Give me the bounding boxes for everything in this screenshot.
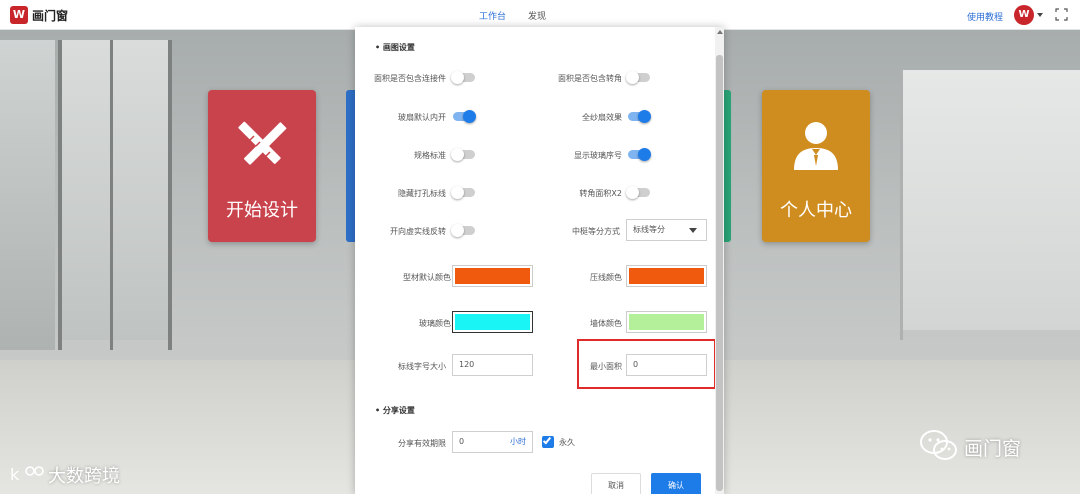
open-direction-reverse-label: 开向虚实线反转 [390, 227, 446, 236]
area-include-connector-label: 面积是否包含连接件 [374, 74, 446, 83]
share-valid-value: 0 [459, 437, 465, 446]
open-direction-reverse-toggle[interactable] [451, 224, 475, 237]
bead-color-picker[interactable] [626, 265, 707, 287]
start-design-label: 开始设计 [226, 200, 298, 221]
caret-down-icon[interactable] [1037, 13, 1043, 17]
personal-center-label: 个人中心 [780, 200, 852, 221]
mullion-split-label: 中梃等分方式 [572, 227, 620, 236]
confirm-button[interactable]: 确认 [651, 473, 701, 494]
share-valid-input[interactable]: 0 小时 [452, 431, 533, 453]
full-screen-effect-toggle[interactable] [628, 110, 651, 123]
share-settings-title: • 分享设置 [375, 406, 415, 415]
watermark-right-text: 画门窗 [964, 438, 1022, 460]
check-icon [542, 435, 552, 445]
glass-color-label: 玻璃颜色 [419, 319, 451, 328]
profile-default-color-label: 型材默认颜色 [403, 273, 451, 282]
cancel-button[interactable]: 取消 [591, 473, 641, 494]
tab-discover[interactable]: 发现 [528, 9, 546, 22]
svg-text:k: k [10, 465, 20, 484]
dim-font-size-label: 标线字号大小 [398, 362, 446, 371]
tutorial-link[interactable]: 使用教程 [967, 10, 1003, 23]
show-glass-number-toggle[interactable] [628, 148, 651, 161]
dialog-scrollbar[interactable] [715, 27, 724, 494]
user-icon [794, 122, 838, 170]
area-include-corner-label: 面积是否包含转角 [558, 74, 622, 83]
personal-center-card[interactable]: 个人中心 [762, 90, 870, 242]
profile-default-color-picker[interactable] [452, 265, 533, 287]
corner-area-x2-label: 转角面积X2 [579, 189, 622, 198]
bead-color-label: 压线颜色 [590, 273, 622, 282]
full-screen-effect-label: 全纱扇效果 [582, 113, 622, 122]
app-brand-name: 画门窗 [32, 9, 69, 23]
forever-label: 永久 [559, 438, 575, 447]
scroll-thumb[interactable] [716, 55, 723, 491]
wall-color-label: 墙体颜色 [590, 319, 622, 328]
sash-default-inward-toggle[interactable] [453, 110, 476, 123]
share-valid-label: 分享有效期限 [398, 439, 446, 448]
sash-default-inward-label: 玻扇默认内开 [398, 113, 446, 122]
area-include-connector-toggle[interactable] [451, 71, 475, 84]
glass-color-fill [455, 314, 530, 330]
drawing-settings-title: • 画图设置 [375, 43, 415, 52]
dimension-standard-label: 规格标准 [414, 151, 446, 160]
dim-font-size-input[interactable]: 120 [452, 354, 533, 376]
profile-default-color-fill [455, 268, 530, 284]
fullscreen-icon[interactable] [1055, 8, 1068, 21]
highlight-annotation-box [577, 339, 716, 389]
tab-workbench[interactable]: 工作台 [479, 9, 506, 22]
pencil-ruler-icon [238, 121, 287, 165]
mullion-split-select[interactable]: 标线等分 [626, 219, 707, 241]
hide-hole-dimension-label: 隐藏打孔标线 [398, 189, 446, 198]
settings-dialog: • 画图设置 面积是否包含连接件 面积是否包含转角 玻扇默认内开 全纱扇效果 规… [355, 27, 724, 494]
bead-color-fill [629, 268, 704, 284]
hide-hole-dimension-toggle[interactable] [451, 186, 475, 199]
forever-checkbox[interactable] [542, 435, 554, 448]
wall-color-picker[interactable] [626, 311, 707, 333]
watermark-logo-icon: k [10, 465, 44, 484]
dimension-standard-toggle[interactable] [451, 148, 475, 161]
share-valid-unit: 小时 [510, 437, 526, 446]
mullion-split-value: 标线等分 [633, 225, 665, 234]
area-include-corner-toggle[interactable] [626, 71, 650, 84]
start-design-card[interactable]: 开始设计 [208, 90, 316, 242]
avatar[interactable]: W [1014, 5, 1034, 25]
corner-area-x2-toggle[interactable] [626, 186, 650, 199]
wechat-icon [920, 430, 957, 460]
top-nav-bar: W 画门窗 工作台 发现 使用教程 W [0, 0, 1080, 30]
glass-color-picker[interactable] [452, 311, 533, 333]
wall-color-fill [629, 314, 704, 330]
show-glass-number-label: 显示玻璃序号 [574, 151, 622, 160]
scroll-up-icon[interactable] [717, 30, 723, 34]
watermark-left-text: 大数跨境 [48, 466, 120, 487]
dropdown-arrow-icon [689, 228, 697, 233]
app-logo[interactable]: W [10, 6, 28, 24]
